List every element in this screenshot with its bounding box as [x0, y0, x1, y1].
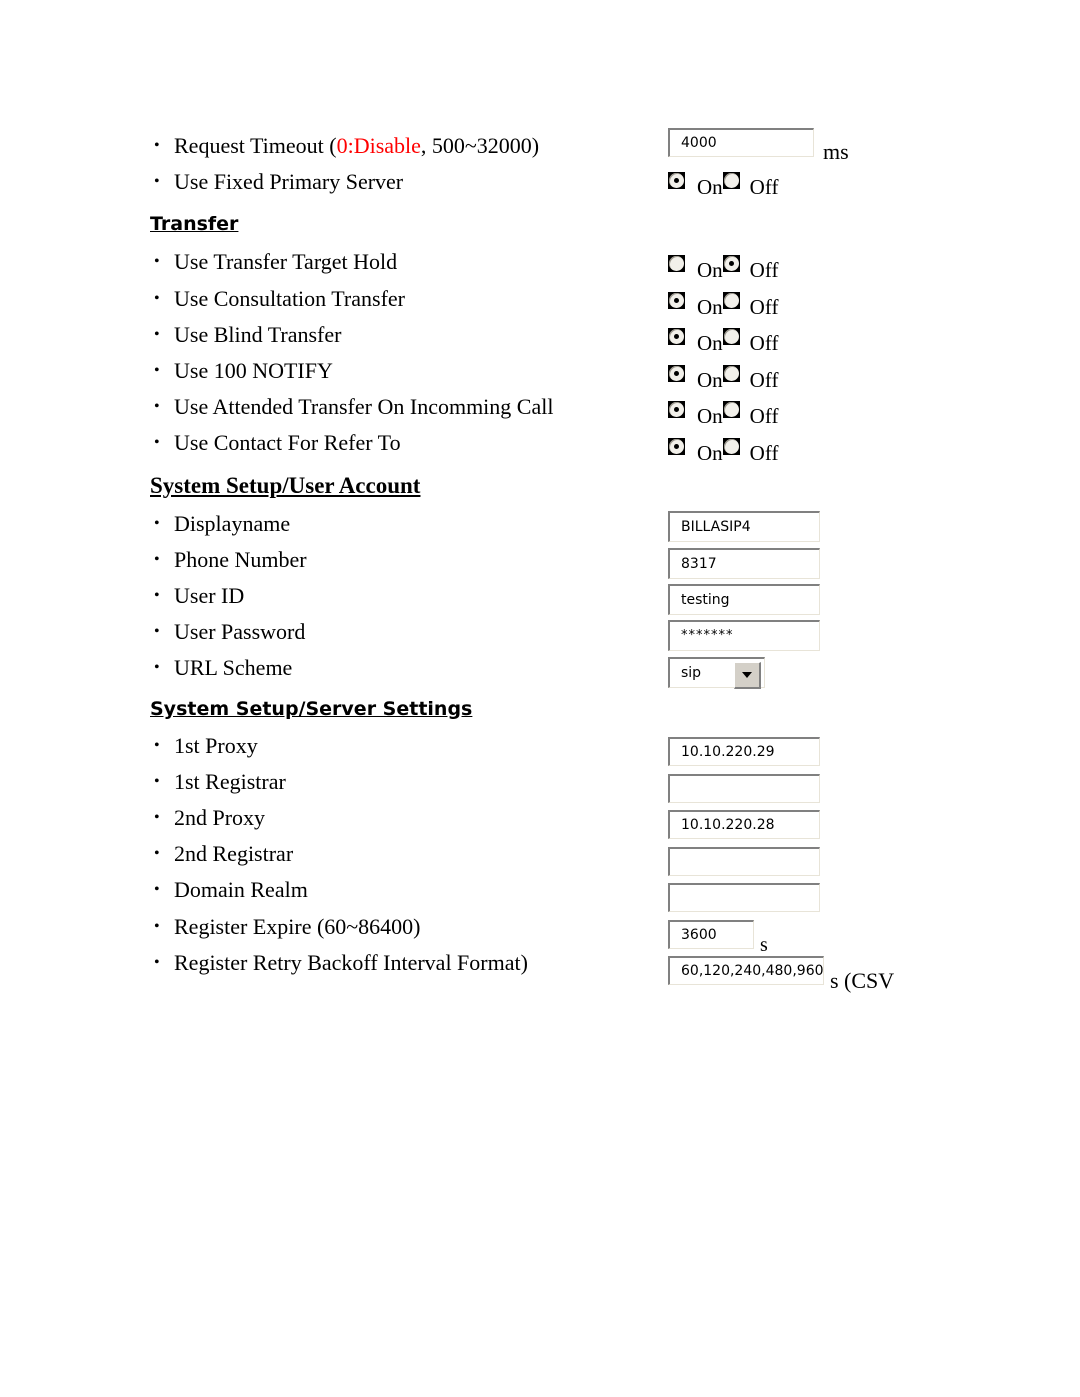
url-scheme-select[interactable]: sip	[668, 657, 765, 689]
label-column: Request Timeout (0:Disable, 500~32000) U…	[150, 128, 650, 981]
domain-realm-input[interactable]	[668, 883, 820, 912]
use-blind-transfer-radio-group: On Off	[668, 325, 778, 353]
radio-on-use-consultation-transfer[interactable]	[668, 291, 685, 309]
chevron-down-icon[interactable]	[734, 662, 761, 689]
radio-on-use-blind-transfer[interactable]	[668, 327, 685, 345]
request-timeout-prefix: Request Timeout (	[174, 133, 337, 158]
1st-proxy-input[interactable]: 10.10.220.29	[668, 737, 820, 766]
use-contact-for-refer-to-radio-group: On Off	[668, 435, 778, 463]
use-consultation-transfer-radio-group: On Off	[668, 289, 778, 317]
radio-off-label: Off	[749, 440, 779, 465]
request-timeout-input[interactable]: 4000	[668, 128, 814, 157]
radio-on-use-transfer-target-hold[interactable]	[668, 254, 685, 272]
phone-number-input[interactable]: 8317	[668, 548, 820, 579]
request-timeout-unit: ms	[823, 139, 849, 164]
radio-off-label: Off	[749, 294, 779, 319]
radio-on-use-fixed-primary-server[interactable]	[668, 171, 685, 189]
radio-off-use-transfer-target-hold[interactable]	[722, 254, 740, 272]
label-use-100-notify: Use 100 NOTIFY	[150, 353, 650, 389]
2nd-proxy-input[interactable]: 10.10.220.28	[668, 810, 820, 839]
radio-on-label: On	[697, 367, 723, 392]
register-expire-unit: s	[760, 934, 768, 956]
label-use-transfer-target-hold: Use Transfer Target Hold	[150, 244, 650, 280]
register-retry-backoff-input[interactable]: 60,120,240,480,960	[668, 956, 824, 985]
2nd-registrar-input[interactable]	[668, 847, 820, 876]
label-use-fixed-primary-server: Use Fixed Primary Server	[150, 164, 650, 200]
radio-off-label: Off	[749, 367, 779, 392]
use-transfer-target-hold-radio-group: On Off	[668, 252, 778, 280]
radio-on-use-contact-for-refer-to[interactable]	[668, 437, 685, 455]
radio-off-use-100-notify[interactable]	[722, 364, 740, 382]
control-column: 4000 ms On Off On Off On Off On Off On O…	[660, 0, 1080, 1397]
heading-system-setup-user-account: System Setup/User Account	[150, 472, 421, 498]
request-timeout-range: , 500~32000)	[420, 133, 540, 158]
1st-registrar-input[interactable]	[668, 774, 820, 803]
radio-off-use-attended-transfer[interactable]	[722, 400, 740, 418]
register-expire-input[interactable]: 3600	[668, 920, 754, 949]
label-1st-proxy: 1st Proxy	[150, 728, 650, 764]
radio-off-label: Off	[749, 257, 779, 282]
user-id-input[interactable]: testing	[668, 584, 820, 615]
heading-system-setup-server-settings: System Setup/Server Settings	[150, 697, 473, 720]
radio-off-use-fixed-primary-server[interactable]	[722, 171, 740, 189]
radio-off-use-contact-for-refer-to[interactable]	[722, 437, 740, 455]
radio-on-label: On	[697, 440, 723, 465]
register-retry-unit: s (CSV	[830, 968, 895, 993]
radio-off-use-consultation-transfer[interactable]	[722, 291, 740, 309]
label-url-scheme: URL Scheme	[150, 650, 650, 686]
label-register-expire: Register Expire (60~86400)	[150, 909, 650, 945]
radio-on-label: On	[697, 403, 723, 428]
label-user-password: User Password	[150, 614, 650, 650]
request-timeout-disable-note: 0:Disable	[336, 133, 421, 158]
radio-off-use-blind-transfer[interactable]	[722, 327, 740, 345]
label-request-timeout: Request Timeout (0:Disable, 500~32000)	[150, 128, 650, 164]
label-1st-registrar: 1st Registrar	[150, 764, 650, 800]
displayname-input[interactable]: BILLASIP4	[668, 511, 820, 542]
label-domain-realm: Domain Realm	[150, 872, 650, 908]
use-100-notify-radio-group: On Off	[668, 362, 778, 390]
heading-transfer: Transfer	[150, 213, 239, 236]
radio-on-label: On	[697, 294, 723, 319]
radio-off-label: Off	[749, 403, 779, 428]
label-use-contact-for-refer-to: Use Contact For Refer To	[150, 425, 650, 461]
label-use-consultation-transfer: Use Consultation Transfer	[150, 281, 650, 317]
radio-on-label: On	[697, 330, 723, 355]
radio-off-label: Off	[749, 330, 779, 355]
label-2nd-registrar: 2nd Registrar	[150, 836, 650, 872]
user-password-input[interactable]: *******	[668, 620, 820, 651]
label-register-retry-backoff-interval: Register Retry Backoff Interval Format)	[150, 945, 650, 981]
url-scheme-selected-value: sip	[681, 665, 702, 681]
label-user-id: User ID	[150, 578, 650, 614]
radio-on-use-attended-transfer[interactable]	[668, 400, 685, 418]
use-fixed-primary-server-radio-group: On Off	[668, 169, 778, 197]
use-attended-transfer-radio-group: On Off	[668, 398, 778, 426]
radio-off-label: Off	[749, 174, 779, 199]
document-page: Request Timeout (0:Disable, 500~32000) U…	[0, 0, 1080, 1397]
radio-on-label: On	[697, 174, 723, 199]
label-displayname: Displayname	[150, 506, 650, 542]
label-use-attended-transfer: Use Attended Transfer On Incomming Call	[150, 389, 650, 425]
label-2nd-proxy: 2nd Proxy	[150, 800, 650, 836]
label-phone-number: Phone Number	[150, 542, 650, 578]
label-use-blind-transfer: Use Blind Transfer	[150, 317, 650, 353]
radio-on-label: On	[697, 257, 723, 282]
radio-on-use-100-notify[interactable]	[668, 364, 685, 382]
